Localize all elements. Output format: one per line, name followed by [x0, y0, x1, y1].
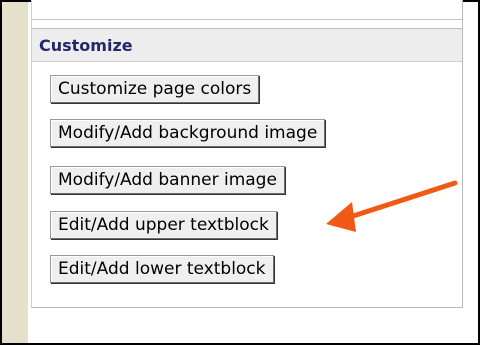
- customize-panel: Customize Customize page colors Modify/A…: [31, 0, 463, 308]
- section-title: Customize: [39, 36, 133, 55]
- customize-section-header: Customize: [32, 28, 462, 62]
- modify-banner-image-button[interactable]: Modify/Add banner image: [50, 166, 285, 194]
- edit-upper-textblock-button[interactable]: Edit/Add upper textblock: [50, 211, 277, 239]
- customize-page-colors-button[interactable]: Customize page colors: [50, 75, 260, 103]
- panel-top-divider: [32, 19, 462, 20]
- modify-background-image-button[interactable]: Modify/Add background image: [50, 119, 326, 147]
- edit-lower-textblock-button[interactable]: Edit/Add lower textblock: [50, 255, 274, 283]
- annotation-arrow-icon: [326, 180, 458, 232]
- left-sidebar-strip: [2, 2, 28, 343]
